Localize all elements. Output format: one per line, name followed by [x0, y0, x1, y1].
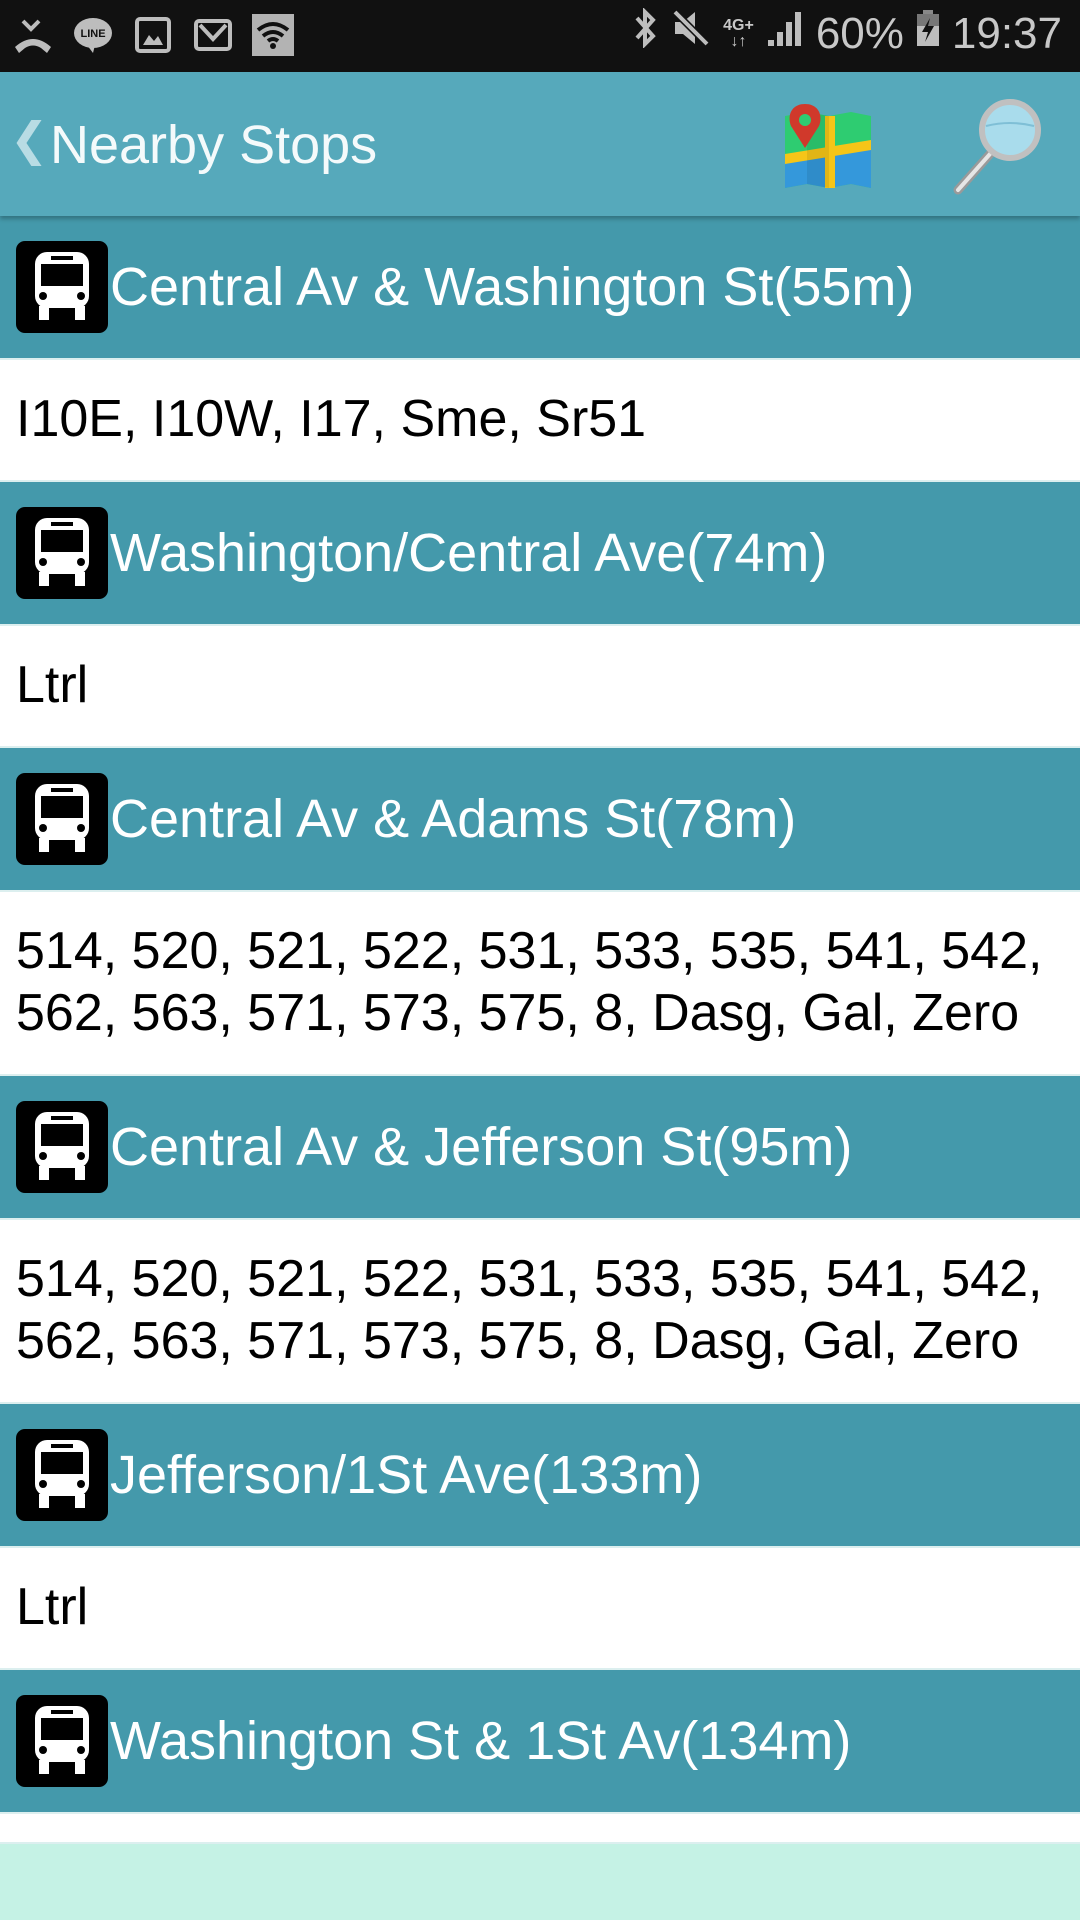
stop-header[interactable]: Central Av & Washington St(55m): [0, 216, 1080, 360]
clock: 19:37: [951, 8, 1062, 58]
bus-icon: [16, 241, 108, 333]
stop-name: Washington/Central Ave(74m): [110, 523, 828, 583]
svg-text:LINE: LINE: [80, 28, 105, 40]
system-status: 4G+ ↓↑ 60% 19:37: [633, 7, 1062, 59]
bus-icon: [16, 773, 108, 865]
stop-routes: 514, 520, 521, 522, 531, 533, 535, 541, …: [0, 892, 1080, 1076]
battery-charging-icon: [916, 8, 940, 59]
network-label: 4G+: [723, 16, 754, 34]
gmail-icon: [192, 14, 234, 56]
stop-name: Jefferson/1St Ave(133m): [110, 1445, 703, 1505]
app-bar: ❮ Nearby Stops: [0, 72, 1080, 216]
page-title[interactable]: Nearby Stops: [50, 114, 377, 176]
bus-icon: [16, 1429, 108, 1521]
stop-routes: 514, 520, 521, 522, 531, 533, 535, 541, …: [0, 1220, 1080, 1404]
nearby-stops-list: Central Av & Washington St(55m) I10E, I1…: [0, 216, 1080, 1844]
4g-plus-icon: 4G+ ↓↑: [723, 16, 754, 50]
stop-routes: I10E, I10W, I17, Sme, Sr51: [0, 360, 1080, 482]
map-view-button[interactable]: [785, 102, 871, 192]
stop-item[interactable]: Central Av & Adams St(78m) 514, 520, 521…: [0, 748, 1080, 1076]
stop-name: Washington St & 1St Av(134m): [110, 1711, 852, 1771]
stop-item[interactable]: Washington/Central Ave(74m) Ltrl: [0, 482, 1080, 748]
bus-icon: [16, 507, 108, 599]
stop-routes: [0, 1814, 1080, 1844]
line-app-icon: LINE: [72, 14, 114, 56]
stop-header[interactable]: Washington St & 1St Av(134m): [0, 1670, 1080, 1814]
bus-icon: [16, 1101, 108, 1193]
magnifier-icon: [953, 99, 1041, 195]
stop-routes: Ltrl: [0, 1548, 1080, 1670]
bus-icon: [16, 1695, 108, 1787]
missed-call-icon: [12, 14, 54, 56]
search-button[interactable]: [950, 96, 1046, 196]
stop-header[interactable]: Central Av & Jefferson St(95m): [0, 1076, 1080, 1220]
stop-name: Central Av & Jefferson St(95m): [110, 1117, 853, 1177]
gallery-icon: [132, 14, 174, 56]
signal-icon: [766, 8, 804, 59]
stop-header[interactable]: Central Av & Adams St(78m): [0, 748, 1080, 892]
stop-routes: Ltrl: [0, 626, 1080, 748]
notification-icons: LINE: [12, 14, 294, 56]
stop-item[interactable]: Jefferson/1St Ave(133m) Ltrl: [0, 1404, 1080, 1670]
battery-percent: 60%: [815, 8, 904, 58]
stop-header[interactable]: Jefferson/1St Ave(133m): [0, 1404, 1080, 1548]
status-bar: LINE 4G+ ↓↑ 60% 19:37: [0, 0, 1080, 72]
map-pin-icon: [785, 104, 871, 188]
stop-item[interactable]: Central Av & Jefferson St(95m) 514, 520,…: [0, 1076, 1080, 1404]
stop-header[interactable]: Washington/Central Ave(74m): [0, 482, 1080, 626]
back-chevron-icon[interactable]: ❮: [10, 112, 49, 166]
stop-name: Central Av & Adams St(78m): [110, 789, 797, 849]
stop-item[interactable]: Central Av & Washington St(55m) I10E, I1…: [0, 216, 1080, 482]
wifi-icon: [252, 14, 294, 56]
bluetooth-icon: [633, 7, 659, 59]
stop-item[interactable]: Washington St & 1St Av(134m): [0, 1670, 1080, 1844]
mute-icon: [671, 8, 711, 59]
stop-name: Central Av & Washington St(55m): [110, 257, 915, 317]
